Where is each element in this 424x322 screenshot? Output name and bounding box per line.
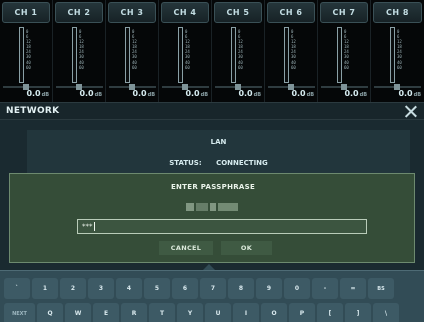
key-left-bracket[interactable]: [ (317, 303, 343, 322)
key-4[interactable]: 4 (116, 278, 142, 299)
channel-5[interactable]: CH 5 0 6 12 18 24 30 40 60 0.0dB (212, 0, 265, 102)
fader[interactable] (3, 84, 50, 90)
lan-section: LAN STATUS: CONNECTING (27, 130, 410, 174)
key-3[interactable]: 3 (88, 278, 114, 299)
channel-tab[interactable]: CH 8 (373, 2, 422, 23)
channel-tab[interactable]: CH 5 (214, 2, 262, 23)
meter-scale: 0 6 12 18 24 30 40 60 (79, 29, 84, 70)
gain-readout: 0.0dB (344, 89, 367, 98)
channel-strip: CH 1 0 6 12 18 24 30 40 60 0.0dB CH 2 0 6 12 18 24 3… (0, 0, 424, 102)
gain-readout: 0.0dB (132, 89, 155, 98)
level-meter (337, 27, 342, 83)
key-t[interactable]: T (149, 303, 175, 322)
key-r[interactable]: R (121, 303, 147, 322)
cancel-button[interactable]: CANCEL (159, 241, 213, 255)
channel-4[interactable]: CH 4 0 6 12 18 24 30 40 60 0.0dB (159, 0, 212, 102)
key-backtick[interactable]: ` (4, 278, 30, 299)
fader[interactable] (215, 84, 262, 90)
status-label: STATUS: (169, 159, 202, 167)
channel-tab[interactable]: CH 4 (161, 2, 209, 23)
channel-tab[interactable]: CH 2 (55, 2, 103, 23)
meter-scale: 0 6 12 18 24 30 40 60 (344, 29, 349, 70)
fader[interactable] (56, 84, 103, 90)
gain-readout: 0.0dB (185, 89, 208, 98)
ok-button[interactable]: OK (221, 241, 272, 255)
key-1[interactable]: 1 (32, 278, 58, 299)
meter-scale: 0 6 12 18 24 30 40 60 (132, 29, 137, 70)
key-7[interactable]: 7 (200, 278, 226, 299)
channel-tab[interactable]: CH 6 (267, 2, 315, 23)
channel-2[interactable]: CH 2 0 6 12 18 24 30 40 60 0.0dB (53, 0, 106, 102)
meter-scale: 0 6 12 18 24 30 40 60 (185, 29, 190, 70)
level-meter (72, 27, 77, 83)
channel-8[interactable]: CH 8 0 6 12 18 24 30 40 60 0.0dB (371, 0, 424, 102)
fader[interactable] (268, 84, 315, 90)
meter-scale: 0 6 12 18 24 30 40 60 (397, 29, 402, 70)
key-o[interactable]: O (261, 303, 287, 322)
channel-tab[interactable]: CH 7 (320, 2, 368, 23)
gain-readout: 0.0dB (79, 89, 102, 98)
keyboard-row-1: ` 1 2 3 4 5 6 7 8 9 0 - = BS (4, 278, 394, 299)
meter-scale: 0 6 12 18 24 30 40 60 (238, 29, 243, 70)
fader[interactable] (374, 84, 421, 90)
key-p[interactable]: P (289, 303, 315, 322)
key-backslash[interactable]: \ (373, 303, 399, 322)
key-5[interactable]: 5 (144, 278, 170, 299)
passphrase-dialog: ENTER PASSPHRASE *** CANCEL OK (9, 173, 415, 263)
dialog-title: ENTER PASSPHRASE (170, 183, 256, 191)
level-meter (231, 27, 236, 83)
network-header: NETWORK (0, 102, 424, 120)
network-name-redacted (186, 203, 242, 211)
key-e[interactable]: E (93, 303, 119, 322)
mixer-app: CH 1 0 6 12 18 24 30 40 60 0.0dB CH 2 0 6 12 18 24 3… (0, 0, 424, 322)
key-minus[interactable]: - (312, 278, 338, 299)
channel-tab[interactable]: CH 3 (108, 2, 156, 23)
keyboard-row-2: NEXT Q W E R T Y U I O P [ ] \ (4, 303, 399, 322)
level-meter (390, 27, 395, 83)
text-caret (93, 222, 95, 231)
onscreen-keyboard: ` 1 2 3 4 5 6 7 8 9 0 - = BS NEXT Q W E … (0, 270, 424, 322)
meter-scale: 0 6 12 18 24 30 40 60 (291, 29, 296, 70)
key-right-bracket[interactable]: ] (345, 303, 371, 322)
key-y[interactable]: Y (177, 303, 203, 322)
level-meter (19, 27, 24, 83)
status-value: CONNECTING (216, 159, 268, 167)
channel-tab[interactable]: CH 1 (2, 2, 50, 23)
lan-label: LAN (210, 138, 227, 146)
backspace-key[interactable]: BS (368, 278, 394, 299)
page-title: NETWORK (6, 106, 60, 116)
level-meter (178, 27, 183, 83)
channel-6[interactable]: CH 6 0 6 12 18 24 30 40 60 0.0dB (265, 0, 318, 102)
key-9[interactable]: 9 (256, 278, 282, 299)
key-0[interactable]: 0 (284, 278, 310, 299)
passphrase-input[interactable]: *** (77, 219, 367, 234)
key-2[interactable]: 2 (60, 278, 86, 299)
fader[interactable] (109, 84, 156, 90)
meter-scale: 0 6 12 18 24 30 40 60 (26, 29, 31, 70)
gain-readout: 0.0dB (291, 89, 314, 98)
key-i[interactable]: I (233, 303, 259, 322)
key-6[interactable]: 6 (172, 278, 198, 299)
level-meter (284, 27, 289, 83)
status-row: STATUS: CONNECTING (27, 159, 410, 167)
channel-7[interactable]: CH 7 0 6 12 18 24 30 40 60 0.0dB (318, 0, 371, 102)
close-icon[interactable] (404, 104, 418, 118)
key-equals[interactable]: = (340, 278, 366, 299)
fader[interactable] (162, 84, 209, 90)
gain-readout: 0.0dB (398, 89, 421, 98)
next-key[interactable]: NEXT (4, 303, 35, 322)
gain-readout: 0.0dB (26, 89, 49, 98)
key-u[interactable]: U (205, 303, 231, 322)
fader[interactable] (321, 84, 368, 90)
key-8[interactable]: 8 (228, 278, 254, 299)
level-meter (125, 27, 130, 83)
key-q[interactable]: Q (37, 303, 63, 322)
channel-3[interactable]: CH 3 0 6 12 18 24 30 40 60 0.0dB (106, 0, 159, 102)
key-w[interactable]: W (65, 303, 91, 322)
channel-1[interactable]: CH 1 0 6 12 18 24 30 40 60 0.0dB (0, 0, 53, 102)
gain-readout: 0.0dB (238, 89, 261, 98)
